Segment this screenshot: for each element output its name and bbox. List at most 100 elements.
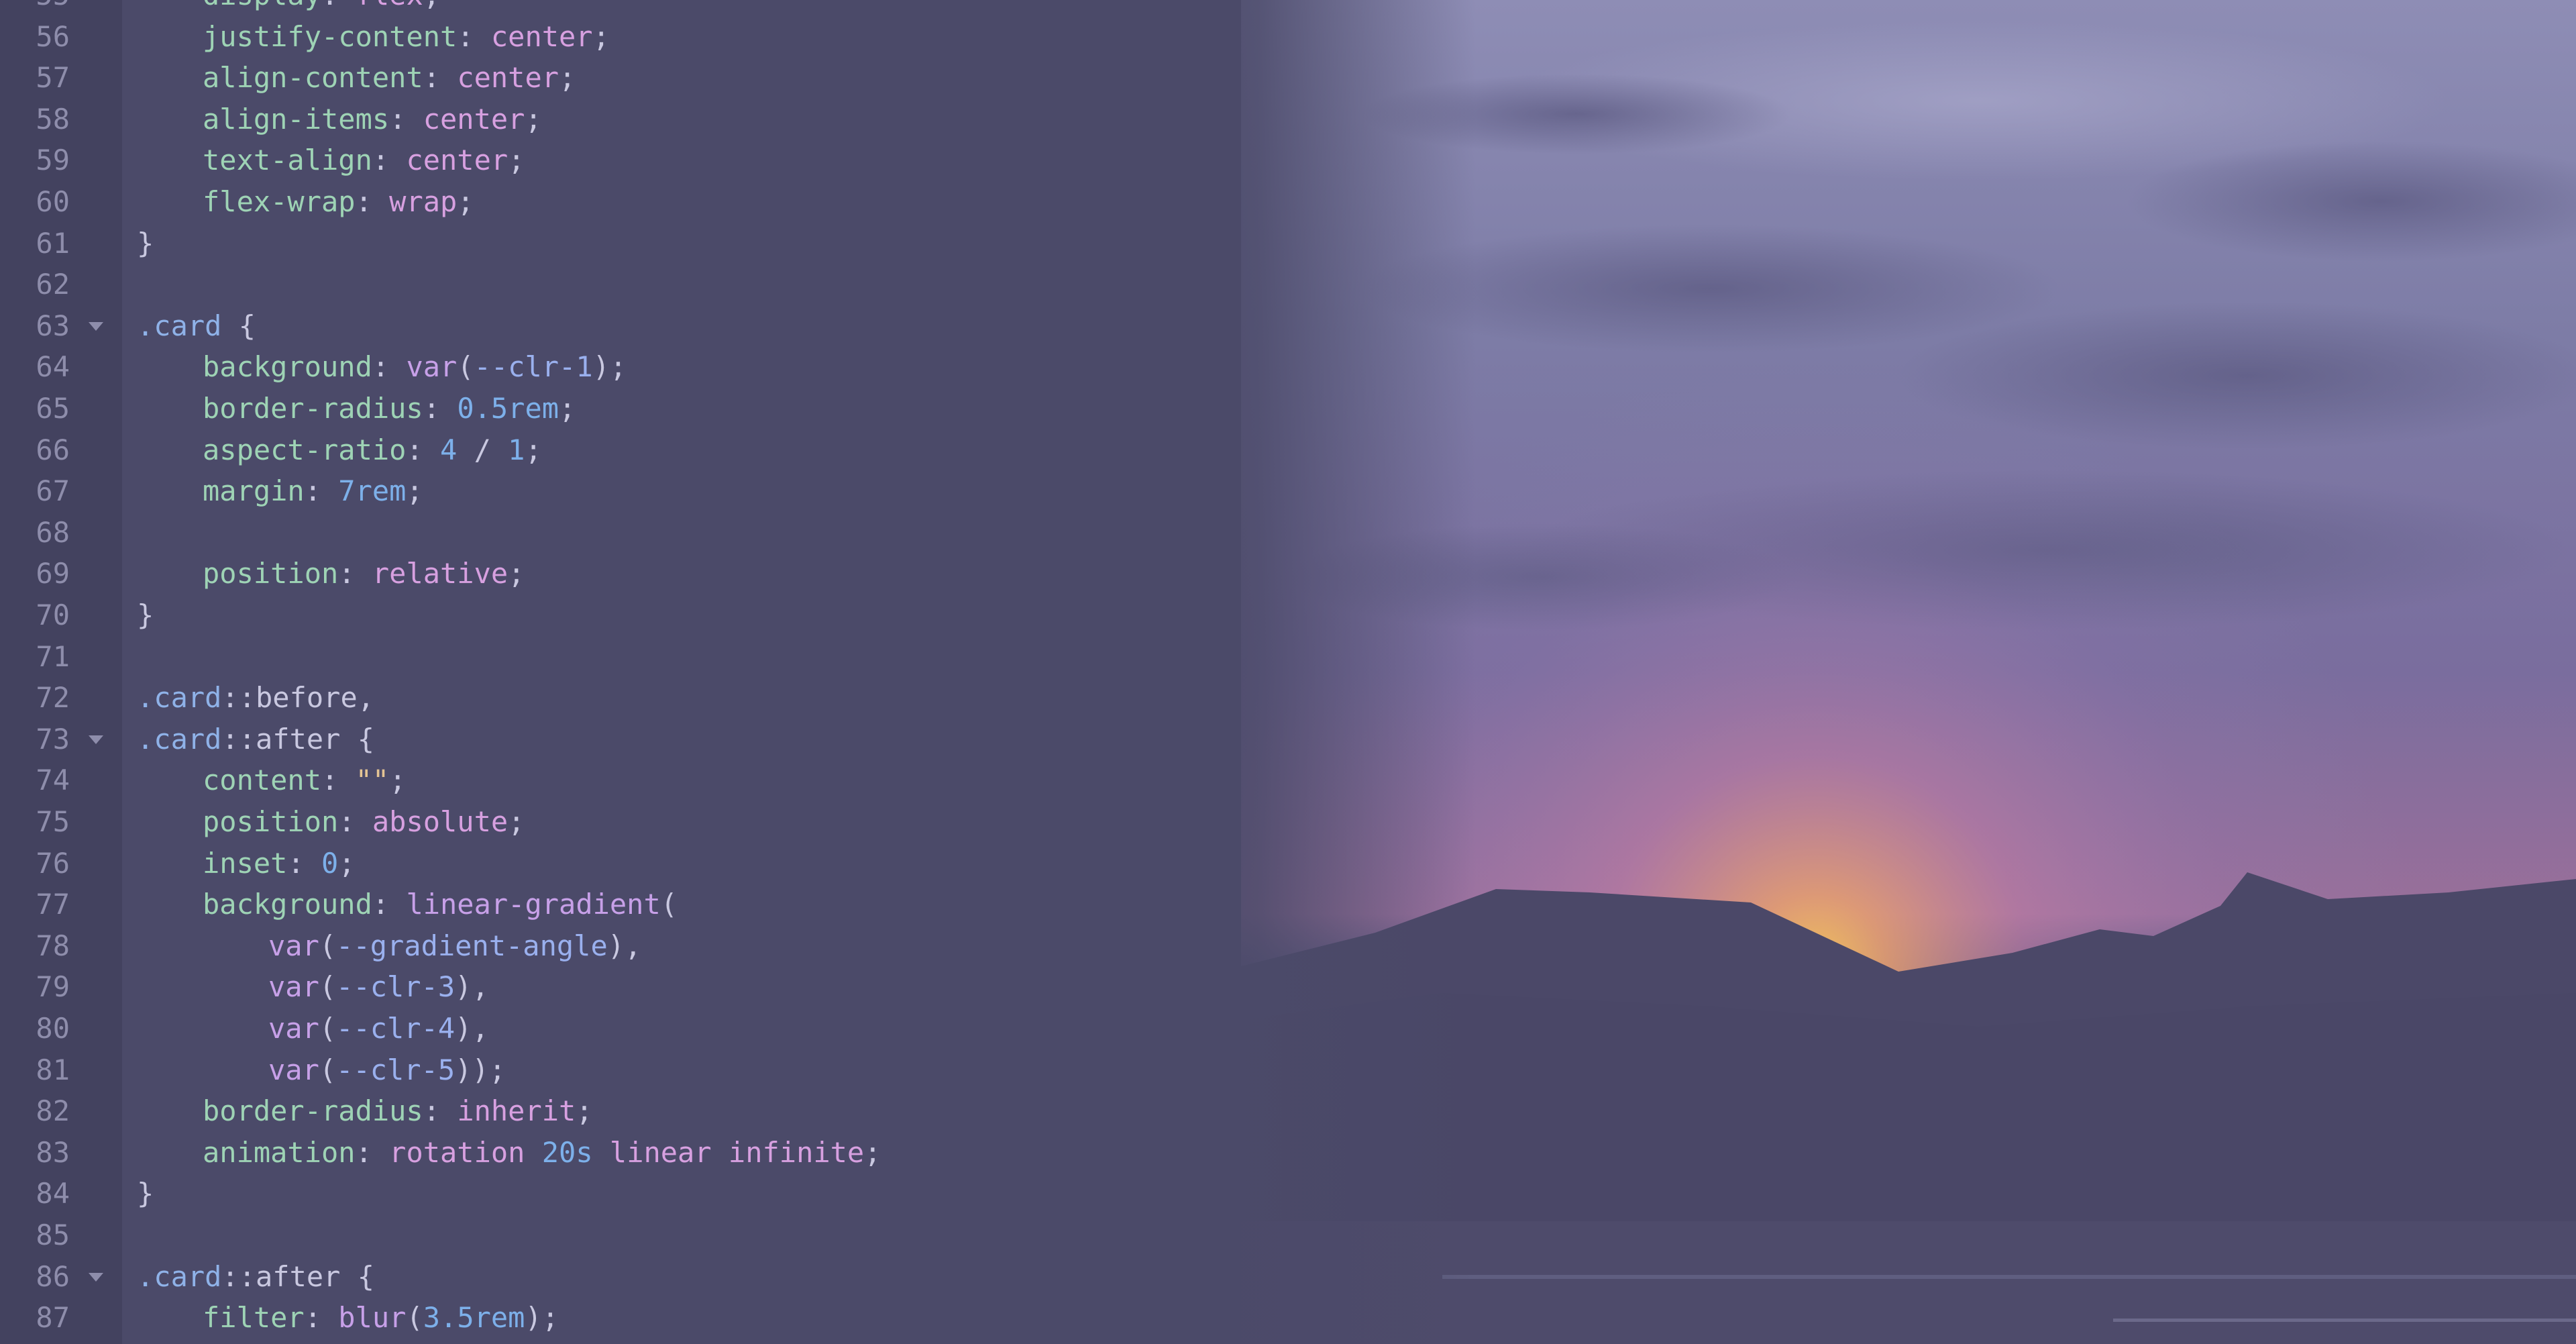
code-token: center [406, 144, 508, 177]
code-token: var [268, 1012, 319, 1045]
line-number: 75 [36, 805, 70, 838]
code-line[interactable]: 58 align-items: center; [0, 99, 1261, 140]
code-line[interactable]: 87 filter: blur(3.5rem); [0, 1297, 1261, 1339]
code-line[interactable]: 67 margin: 7rem; [0, 470, 1261, 512]
code-token: .card [137, 309, 222, 342]
code-token: align-items [203, 102, 390, 136]
code-token: ( [319, 970, 337, 1004]
code-token: linear-gradient [406, 888, 661, 921]
code-token: --gradient-angle [336, 929, 608, 962]
code-line[interactable]: 84} [0, 1173, 1261, 1214]
code-token: : [321, 0, 356, 11]
code-line[interactable]: 72 .card::before, [0, 677, 1261, 719]
line-number: 60 [36, 185, 70, 218]
code-token: ; [338, 846, 356, 880]
code-line[interactable]: 63 .card { [0, 305, 1261, 347]
line-number: 65 [36, 392, 70, 425]
code-line[interactable]: 74 content: ""; [0, 760, 1261, 801]
code-token: : [372, 888, 407, 921]
code-token: flex-wrap [203, 185, 356, 218]
line-number: 81 [36, 1053, 70, 1086]
code-line[interactable]: 56 justify-content: center; [0, 16, 1261, 58]
code-line[interactable]: 86 .card::after { [0, 1256, 1261, 1298]
code-token: ; [592, 19, 610, 53]
code-line[interactable]: 82 border-radius: inherit; [0, 1090, 1261, 1132]
code-line[interactable]: 85 [0, 1214, 1261, 1256]
code-token: .card [137, 722, 222, 756]
code-line[interactable]: 77 background: linear-gradient( [0, 884, 1261, 925]
line-number: 56 [36, 19, 70, 53]
code-token: ; [406, 474, 423, 508]
code-token: ( [660, 888, 678, 921]
fold-arrow-icon[interactable] [89, 321, 103, 331]
code-line[interactable]: 68 [0, 512, 1261, 554]
line-number: 67 [36, 474, 70, 508]
code-token: : [338, 805, 372, 838]
line-number: 80 [36, 1012, 70, 1045]
code-token: : [304, 474, 339, 508]
code-token: margin [203, 474, 305, 508]
code-text: content: ""; [137, 760, 406, 801]
code-line[interactable]: 66 aspect-ratio: 4 / 1; [0, 429, 1261, 471]
line-number: 70 [36, 599, 70, 631]
code-text: align-content: center; [137, 57, 576, 99]
code-token: 4 [440, 433, 458, 466]
code-token: ; [525, 102, 542, 136]
code-token: ; [559, 61, 576, 95]
code-line[interactable]: 64 background: var(--clr-1); [0, 346, 1261, 388]
code-token: --clr-4 [336, 1012, 455, 1045]
code-editor[interactable]: 55 display: flex; 56 justify-content: cente… [0, 0, 1261, 1344]
code-line[interactable]: 79 var(--clr-3), [0, 966, 1261, 1008]
line-number: 76 [36, 846, 70, 880]
line-number: 64 [36, 350, 70, 384]
code-line[interactable]: 71 [0, 636, 1261, 678]
code-line[interactable]: 69 position: relative; [0, 553, 1261, 595]
line-number: 77 [36, 888, 70, 921]
code-line[interactable]: 73 .card::after { [0, 719, 1261, 760]
line-number: 61 [36, 226, 70, 260]
fold-arrow-icon[interactable] [89, 735, 103, 744]
code-line[interactable]: 78 var(--gradient-angle), [0, 925, 1261, 967]
code-token: position [203, 805, 339, 838]
line-number: 82 [36, 1094, 70, 1128]
code-token: border-radius [203, 392, 423, 425]
code-text: text-align: center; [137, 140, 525, 181]
code-line[interactable]: 59 text-align: center; [0, 140, 1261, 181]
code-line[interactable]: 55 display: flex; [0, 0, 1261, 16]
code-token: var [268, 929, 319, 962]
code-line[interactable]: 76 inset: 0; [0, 843, 1261, 884]
code-token: : [406, 433, 441, 466]
code-token: relative [372, 557, 508, 590]
code-token: flex [356, 0, 423, 11]
code-token: / [457, 433, 508, 466]
code-text: } [137, 1339, 154, 1344]
code-line[interactable]: 88} [0, 1339, 1261, 1344]
code-token: absolute [372, 805, 508, 838]
code-text: } [137, 1173, 154, 1214]
code-line[interactable]: 83 animation: rotation 20s linear infinit… [0, 1132, 1261, 1174]
code-text: flex-wrap: wrap; [137, 181, 474, 223]
code-token: var [268, 970, 319, 1004]
code-line[interactable]: 75 position: absolute; [0, 801, 1261, 843]
line-number: 66 [36, 433, 70, 466]
code-token: : [457, 19, 491, 53]
code-line[interactable]: 57 align-content: center; [0, 57, 1261, 99]
code-text: aspect-ratio: 4 / 1; [137, 429, 542, 471]
code-token: : [321, 764, 356, 797]
line-number: 58 [36, 102, 70, 136]
code-line[interactable]: 61} [0, 223, 1261, 264]
code-token: : [423, 392, 458, 425]
code-text: filter: blur(3.5rem); [137, 1297, 559, 1339]
code-token: var [406, 350, 458, 384]
code-line[interactable]: 65 border-radius: 0.5rem; [0, 388, 1261, 429]
code-line[interactable]: 81 var(--clr-5)); [0, 1049, 1261, 1091]
code-text: position: relative; [137, 553, 525, 595]
code-line[interactable]: 80 var(--clr-4), [0, 1008, 1261, 1049]
code-line[interactable]: 70} [0, 595, 1261, 636]
code-line[interactable]: 62 [0, 264, 1261, 305]
code-line[interactable]: 60 flex-wrap: wrap; [0, 181, 1261, 223]
fold-arrow-icon[interactable] [89, 1272, 103, 1282]
line-number: 55 [0, 0, 70, 16]
line-number: 86 [36, 1259, 70, 1293]
